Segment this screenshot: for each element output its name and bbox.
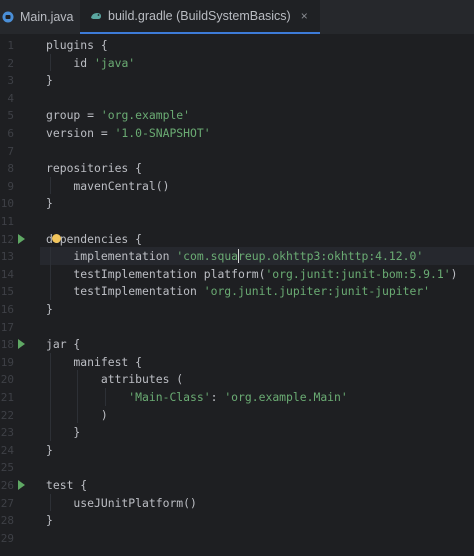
line-number: 13 (0, 250, 14, 264)
run-gutter-icon[interactable] (18, 480, 25, 490)
line-number: 8 (7, 162, 14, 176)
close-tab-icon[interactable]: × (301, 9, 308, 23)
line-number: 9 (7, 179, 14, 193)
text-caret (238, 249, 239, 264)
code-token: ) (46, 407, 108, 422)
line-number: 14 (0, 267, 14, 281)
code-token: : (210, 390, 225, 404)
code-line[interactable]: test { (46, 476, 87, 494)
code-token: } (46, 302, 53, 316)
line-number: 15 (0, 285, 14, 299)
code-line[interactable]: } (46, 194, 53, 212)
code-token: } (46, 196, 53, 211)
string-literal: '1.0-SNAPSHOT' (114, 126, 211, 140)
code-token: } (46, 425, 81, 440)
run-gutter-icon[interactable] (18, 233, 25, 244)
string-literal: 'org.example.Main' (224, 390, 348, 404)
tab-label: build.gradle (BuildSystemBasics) (108, 9, 291, 23)
code-token: useJUnitPlatform() (46, 495, 197, 510)
code-token: mavenCentral() (46, 178, 170, 193)
java-file-icon (2, 11, 14, 23)
line-number: 28 (0, 514, 14, 528)
line-number: 3 (7, 74, 14, 88)
code-line[interactable]: plugins { (46, 36, 108, 54)
code-token: } (46, 73, 53, 88)
code-token: attributes ( (46, 372, 184, 387)
code-token: repositories { (46, 161, 143, 176)
code-line[interactable]: jar { (46, 335, 80, 353)
line-number: 29 (0, 531, 14, 545)
code-token: } (46, 513, 53, 528)
editor-tab-bar: Main.java build.gradle (BuildSystemBasic… (0, 0, 474, 35)
line-number: 2 (7, 56, 14, 70)
code-line[interactable]: } (46, 511, 53, 529)
line-number: 22 (0, 408, 14, 422)
line-number: 25 (0, 461, 14, 475)
code-line[interactable]: ) (46, 406, 108, 424)
line-number: 7 (7, 144, 14, 158)
line-number: 4 (7, 91, 14, 105)
code-token: test { (46, 478, 88, 492)
code-line[interactable]: } (46, 71, 53, 89)
code-line[interactable]: implementation 'com.squareup.okhttp3:okh… (46, 247, 423, 265)
line-number: 11 (0, 215, 14, 228)
code-line[interactable]: version = '1.0-SNAPSHOT' (46, 124, 211, 142)
tab-build-gradle[interactable]: build.gradle (BuildSystemBasics) × (80, 0, 320, 34)
line-number: 23 (0, 426, 14, 440)
code-line[interactable]: } (46, 423, 80, 441)
line-number: 12 (0, 232, 14, 246)
code-line[interactable]: } (46, 441, 53, 459)
code-token: version = (46, 126, 115, 140)
code-token: implementation (46, 249, 177, 264)
line-number: 18 (0, 338, 14, 352)
run-gutter-icon[interactable] (18, 339, 25, 350)
string-literal: 'Main-Class' (128, 390, 211, 404)
code-token: jar { (46, 337, 81, 352)
string-literal: 'org.junit.jupiter:junit-jupiter' (203, 284, 431, 299)
code-token: plugins { (46, 38, 108, 52)
line-number: 24 (0, 443, 14, 457)
code-line[interactable]: testImplementation platform('org.junit:j… (46, 265, 457, 283)
code-token: } (46, 442, 53, 457)
code-line[interactable]: attributes ( (46, 370, 183, 388)
line-number-gutter: 1 2 3 4 5 6 7 8 9 10 11 12 13 14 15 16 17 18 19 20 21 22 23 24 2… (0, 34, 40, 556)
code-line[interactable]: group = 'org.example' (46, 106, 190, 124)
line-number: 26 (0, 479, 14, 492)
line-number: 21 (0, 391, 14, 404)
string-literal: 'com.squareup.okhttp3:okhttp:4.12.0' (176, 249, 424, 264)
line-number: 5 (7, 109, 14, 123)
tab-label: Main.java (20, 10, 74, 24)
code-editor[interactable]: 1 2 3 4 5 6 7 8 9 10 11 12 13 14 15 16 17 18 19 20 21 22 23 24 2… (0, 34, 474, 556)
code-line[interactable]: repositories { (46, 159, 142, 177)
string-literal: 'org.junit:junit-bom:5.9.1' (265, 266, 451, 281)
gradle-file-icon (91, 13, 101, 19)
code-line[interactable]: id 'java' (46, 54, 135, 72)
code-line[interactable]: 'Main-Class': 'org.example.Main' (46, 388, 348, 406)
line-number: 19 (0, 355, 14, 369)
line-number: 27 (0, 496, 14, 510)
line-number: 16 (0, 303, 14, 316)
code-token: manifest { (46, 354, 143, 369)
code-line[interactable]: manifest { (46, 353, 142, 371)
code-token: group = (46, 108, 101, 123)
string-literal: 'org.example' (100, 108, 191, 123)
code-line[interactable]: } (46, 300, 53, 318)
code-line[interactable]: mavenCentral() (46, 177, 169, 195)
line-number: 17 (0, 320, 14, 334)
code-line[interactable]: useJUnitPlatform() (46, 494, 197, 512)
line-number: 20 (0, 373, 14, 387)
string-literal: 'java' (94, 55, 136, 70)
code-line[interactable]: testImplementation 'org.junit.jupiter:ju… (46, 282, 430, 300)
line-number: 10 (0, 197, 14, 211)
code-token: testImplementation (46, 284, 204, 299)
line-number: 6 (7, 127, 14, 140)
lightbulb-icon[interactable] (52, 233, 61, 243)
code-token: id (46, 55, 95, 70)
code-token: testImplementation platform( (46, 266, 266, 281)
tab-main-java[interactable]: Main.java (0, 0, 84, 34)
line-number: 1 (7, 39, 14, 52)
code-token: ) (450, 266, 458, 281)
